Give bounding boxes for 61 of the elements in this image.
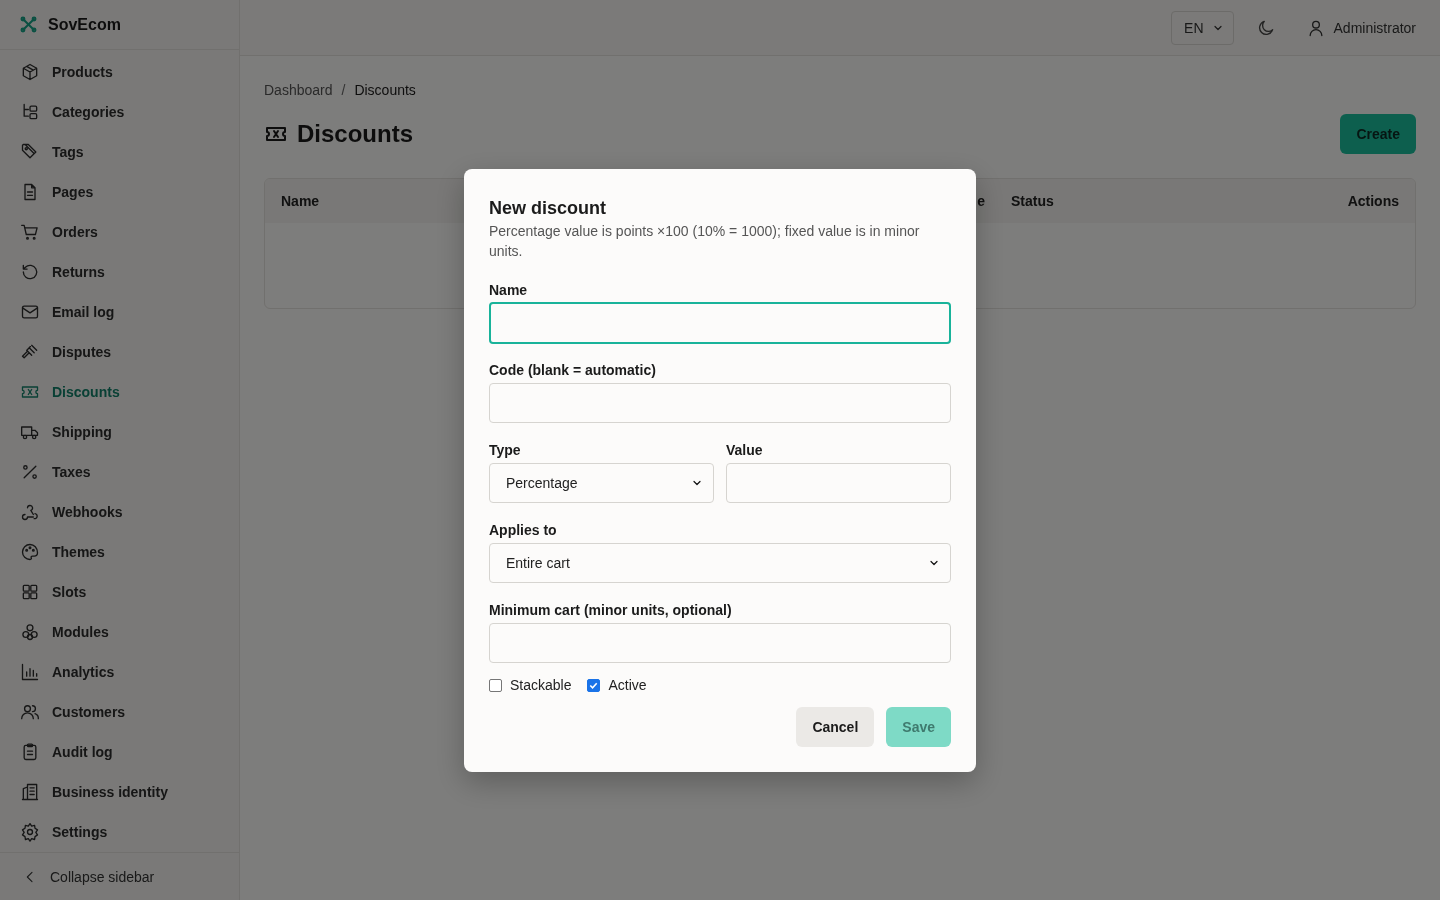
sidebar-item[interactable]: Returns — [16, 252, 239, 293]
sidebar-item[interactable]: Discounts — [16, 372, 239, 413]
dialog-title: New discount — [489, 197, 607, 219]
building-icon — [20, 782, 40, 803]
sidebar-item[interactable]: Analytics — [16, 652, 239, 693]
sidebar-item[interactable]: Email log — [16, 292, 239, 333]
language-select[interactable]: EN — [1171, 10, 1234, 45]
column-header: Actions — [1347, 193, 1399, 209]
dialog-description: Percentage value is points ×100 (10% = 1000); fixed value is in minor units. — [489, 222, 921, 261]
checkbox-label: Active — [608, 677, 647, 693]
user-menu[interactable]: Administrator — [1305, 17, 1416, 38]
column-header: Status — [1011, 193, 1054, 209]
sidebar-item[interactable]: Themes — [16, 532, 239, 573]
breadcrumb-link[interactable]: Dashboard — [264, 82, 333, 98]
field-label: Minimum cart (minor units, optional) — [489, 601, 733, 619]
sidebar-item[interactable]: Taxes — [16, 452, 239, 493]
checkbox[interactable] — [489, 678, 502, 692]
select-field[interactable]: Entire cart — [489, 543, 951, 583]
sidebar-item[interactable]: Webhooks — [16, 492, 239, 533]
page-title: Discounts — [297, 120, 413, 148]
sidebar-item[interactable]: Tags — [16, 132, 239, 173]
sidebar-item[interactable]: Shipping — [16, 412, 239, 453]
palette-icon — [20, 542, 40, 563]
bar-chart-icon — [20, 662, 40, 683]
select-field[interactable]: Percentage — [489, 463, 714, 503]
field-label: Type — [489, 441, 522, 459]
collapse-sidebar-link[interactable]: Collapse sidebar — [0, 852, 239, 900]
sidebar-item[interactable]: Products — [16, 52, 239, 93]
field-label: Code (blank = automatic) — [489, 361, 657, 379]
field-label: Value — [726, 441, 764, 459]
input-field[interactable] — [489, 383, 951, 423]
breadcrumb-link[interactable]: Discounts — [354, 82, 416, 98]
input-field[interactable] — [489, 623, 951, 663]
brand-name: SovEcom — [48, 15, 121, 34]
sidebar-item[interactable]: Customers — [16, 692, 239, 733]
column-header: Name — [281, 193, 320, 209]
sidebar-item[interactable]: Settings — [16, 812, 239, 853]
logo-icon — [19, 15, 38, 35]
sidebar-item[interactable]: Disputes — [16, 332, 239, 373]
field-label: Applies to — [489, 521, 558, 539]
webhook-icon — [20, 502, 40, 523]
cancel-button[interactable]: Cancel — [796, 707, 875, 747]
gear-icon — [20, 822, 40, 843]
input-field[interactable] — [489, 302, 951, 344]
breadcrumb-separator: / — [341, 82, 346, 98]
sidebar-item[interactable]: Slots — [16, 572, 239, 613]
checkbox-label: Stackable — [510, 677, 572, 693]
sidebar-item[interactable]: Modules — [16, 612, 239, 653]
checkbox[interactable] — [587, 678, 601, 692]
box-icon — [20, 62, 40, 83]
cart-icon — [20, 222, 40, 243]
create-button[interactable]: Create — [1340, 114, 1416, 154]
sidebar-item[interactable]: Audit log — [16, 732, 239, 773]
sidebar-item[interactable]: Orders — [16, 212, 239, 253]
sidebar-item[interactable]: Categories — [16, 92, 239, 133]
boxes-icon — [20, 622, 40, 643]
column-header: e — [977, 193, 985, 209]
field-label: Name — [489, 281, 529, 299]
sidebar-item[interactable]: Business identity — [16, 772, 239, 813]
sidebar-item[interactable]: Pages — [16, 172, 239, 213]
input-field[interactable] — [726, 463, 951, 503]
